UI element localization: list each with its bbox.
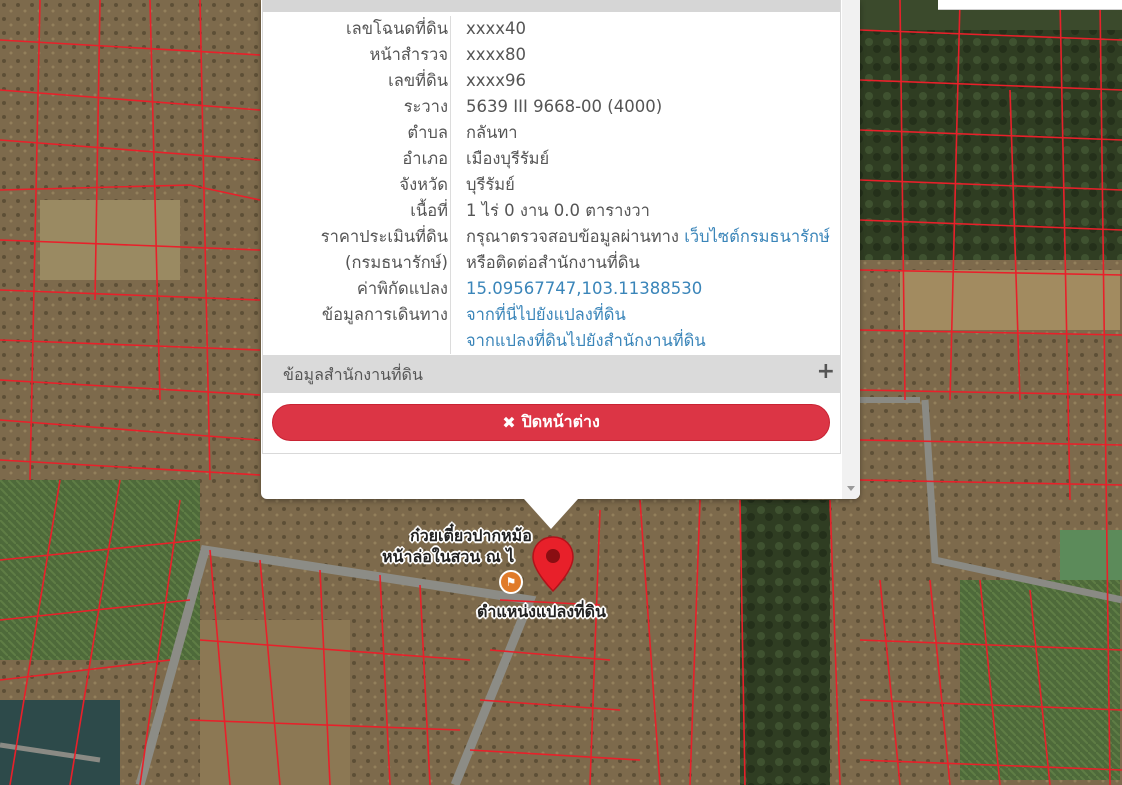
row-appraisal-price: ราคาประเมินที่ดิน กรุณาตรวจสอบข้อมูลผ่าน… bbox=[263, 224, 840, 250]
row-treasury-dept: (กรมธนารักษ์) หรือติดต่อสำนักงานที่ดิน bbox=[263, 250, 840, 276]
row-value: 1 ไร่ 0 งาน 0.0 ตารางวา bbox=[466, 201, 650, 220]
row-label: ระวาง bbox=[403, 97, 448, 116]
row-value: กลันทา bbox=[466, 123, 518, 142]
row-province: จังหวัด บุรีรัมย์ bbox=[263, 172, 840, 198]
poi-label-line2: หน้าล่อในสวน ณ ไ bbox=[382, 547, 515, 566]
row-value-text: กรุณาตรวจสอบข้อมูลผ่านทาง bbox=[466, 227, 679, 246]
row-label: หน้าสำรวจ bbox=[369, 45, 448, 64]
row-label: จังหวัด bbox=[399, 175, 448, 194]
row-value: xxxx40 bbox=[466, 19, 527, 38]
treasury-website-link[interactable]: เว็บไซต์กรมธนารักษ์ bbox=[684, 227, 830, 246]
coordinates-link[interactable]: 15.09567747,103.11388530 bbox=[466, 276, 702, 302]
row-label: ราคาประเมินที่ดิน bbox=[320, 227, 448, 246]
row-value: xxxx80 bbox=[466, 45, 527, 64]
row-deed-number: เลขโฉนดที่ดิน xxxx40 bbox=[263, 16, 840, 42]
row-label: อำเภอ bbox=[402, 149, 448, 168]
parcel-info-table: เลขโฉนดที่ดิน xxxx40 หน้าสำรวจ xxxx80 เล… bbox=[263, 16, 840, 354]
directions-to-parcel-link[interactable]: จากที่นี่ไปยังแปลงที่ดิน bbox=[466, 302, 626, 328]
panel-header bbox=[263, 0, 840, 12]
close-icon: ✖ bbox=[502, 413, 516, 432]
row-area: เนื้อที่ 1 ไร่ 0 งาน 0.0 ตารางวา bbox=[263, 198, 840, 224]
row-value: กรุณาตรวจสอบข้อมูลผ่านทาง เว็บไซต์กรมธนา… bbox=[466, 224, 830, 250]
restaurant-icon[interactable]: ⚑ bbox=[499, 570, 523, 594]
row-directions: ข้อมูลการเดินทาง จากที่นี่ไปยังแปลงที่ดิ… bbox=[263, 302, 840, 328]
row-map-sheet: ระวาง 5639 III 9668-00 (4000) bbox=[263, 94, 840, 120]
row-label: ค่าพิกัดแปลง bbox=[356, 279, 448, 298]
row-survey-page: หน้าสำรวจ xxxx80 bbox=[263, 42, 840, 68]
popup-scrollbar[interactable] bbox=[842, 0, 860, 499]
row-label: เนื้อที่ bbox=[410, 201, 448, 220]
land-office-section-label: ข้อมูลสำนักงานที่ดิน bbox=[283, 365, 423, 384]
row-directions-office: จากแปลงที่ดินไปยังสำนักงานที่ดิน bbox=[263, 328, 840, 354]
row-label: ข้อมูลการเดินทาง bbox=[321, 305, 448, 324]
row-land-number: เลขที่ดิน xxxx96 bbox=[263, 68, 840, 94]
row-coordinates: ค่าพิกัดแปลง 15.09567747,103.11388530 bbox=[263, 276, 840, 302]
land-office-section-toggle[interactable]: ข้อมูลสำนักงานที่ดิน + bbox=[263, 355, 840, 393]
popup-tail bbox=[524, 499, 578, 529]
row-label: เลขโฉนดที่ดิน bbox=[346, 19, 448, 38]
parcel-info-panel: เลขโฉนดที่ดิน xxxx40 หน้าสำรวจ xxxx80 เล… bbox=[262, 0, 841, 454]
plus-icon[interactable]: + bbox=[817, 357, 835, 387]
row-value: หรือติดต่อสำนักงานที่ดิน bbox=[466, 253, 640, 272]
row-label: ตำบล bbox=[407, 123, 448, 142]
map-search-box[interactable] bbox=[938, 0, 1122, 10]
poi-label-2[interactable]: หน้าล่อในสวน ณ ไ bbox=[382, 545, 514, 570]
row-value: xxxx96 bbox=[466, 71, 527, 90]
row-label: (กรมธนารักษ์) bbox=[345, 253, 448, 272]
directions-to-office-link[interactable]: จากแปลงที่ดินไปยังสำนักงานที่ดิน bbox=[466, 328, 706, 354]
row-label: เลขที่ดิน bbox=[388, 71, 448, 90]
row-value: บุรีรัมย์ bbox=[466, 175, 515, 194]
row-value: 5639 III 9668-00 (4000) bbox=[466, 97, 663, 116]
location-marker-icon[interactable] bbox=[531, 535, 575, 597]
close-window-button[interactable]: ✖ ปิดหน้าต่าง bbox=[272, 404, 830, 441]
row-district: อำเภอ เมืองบุรีรัมย์ bbox=[263, 146, 840, 172]
marker-label: ตำแหน่งแปลงที่ดิน bbox=[477, 602, 606, 621]
close-window-label: ปิดหน้าต่าง bbox=[521, 412, 600, 431]
scroll-down-icon[interactable] bbox=[847, 486, 855, 491]
row-subdistrict: ตำบล กลันทา bbox=[263, 120, 840, 146]
row-value: เมืองบุรีรัมย์ bbox=[466, 149, 550, 168]
